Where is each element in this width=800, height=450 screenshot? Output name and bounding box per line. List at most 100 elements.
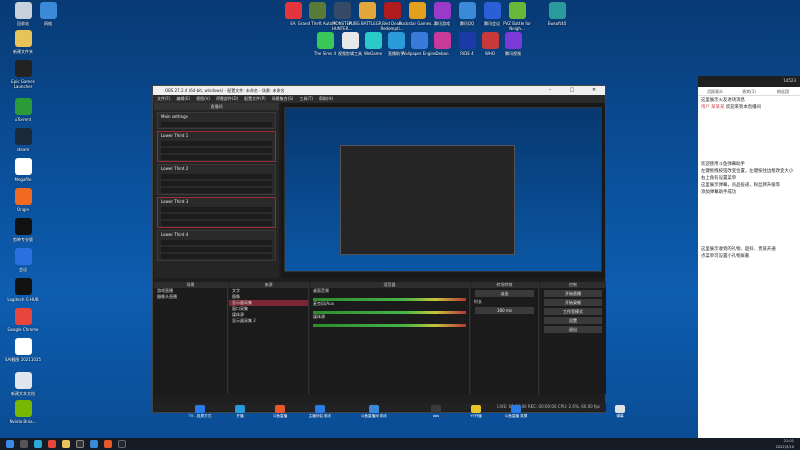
shortcut-label: 主播伴侣 助手	[308, 414, 332, 418]
section-field[interactable]	[161, 141, 272, 146]
folder-icon[interactable]	[62, 440, 70, 448]
control-button[interactable]: 开始录制	[544, 299, 602, 306]
chat-toolbar: 14523	[698, 76, 800, 87]
shortcut-item[interactable]: YY开播	[460, 405, 492, 419]
menu-item[interactable]: 文件(F)	[157, 95, 170, 103]
desktop-shortcut[interactable]: 新建文件夹	[3, 30, 43, 54]
app-icon	[39, 2, 57, 19]
system-tray[interactable]: 21:01 2022/3/10	[776, 438, 794, 450]
maximize-icon[interactable]: □	[561, 86, 583, 95]
desktop-shortcut[interactable]: Ewsoft40	[537, 2, 577, 26]
sources-panel: 来源 文字 图像 显示器采集 窗口采集 媒体源 显示器采集 2	[229, 282, 309, 394]
desktop-shortcut[interactable]: Logitech G HUB	[3, 278, 43, 302]
desktop-shortcut[interactable]: 新建文本文档	[3, 372, 43, 396]
preview-canvas[interactable]	[281, 103, 605, 278]
shortcut-item[interactable]: 开播	[224, 405, 256, 419]
chat-username: 用户 某某某	[701, 105, 725, 110]
scene-item[interactable]: 摄像头直播	[154, 294, 227, 300]
chat-text: 左键拖拽按钮改变位置，左键按住边框改变大小	[701, 169, 794, 174]
desktop-shortcut[interactable]: Google Chrome	[3, 308, 43, 332]
obs-taskbar-icon[interactable]	[76, 440, 84, 448]
source-item[interactable]: 显示器采集 2	[229, 318, 308, 324]
section-field[interactable]	[161, 174, 272, 179]
close-icon[interactable]: ✕	[583, 86, 605, 95]
section-field[interactable]	[161, 155, 272, 160]
menu-item[interactable]: 配置文件(P)	[244, 95, 266, 103]
control-button[interactable]: 退出	[544, 326, 602, 333]
desktop-shortcut[interactable]: Epic Games Launcher	[3, 60, 43, 89]
desktop-shortcut-label: Megafile	[14, 177, 32, 182]
section-field[interactable]	[161, 148, 272, 153]
chat-message: 这里展示火友进场消息	[701, 98, 797, 104]
shortcut-label: 斗鱼直播	[272, 414, 288, 418]
search-icon[interactable]	[20, 440, 28, 448]
section-field[interactable]	[161, 188, 272, 193]
app-icon	[548, 2, 566, 19]
desktop-shortcut[interactable]: SAI截图 20211025	[3, 338, 43, 362]
desktop-shortcut-label: 新建文件夹	[13, 49, 33, 54]
shortcut-label: YY开播	[470, 414, 482, 418]
app-icon	[14, 158, 32, 175]
shortcut-item[interactable]: 弹幕	[604, 405, 636, 419]
menu-item[interactable]: 场景集合(S)	[272, 95, 294, 103]
menu-item[interactable]: 帮助(H)	[319, 95, 333, 103]
douyu-icon[interactable]	[104, 440, 112, 448]
shortcut-label: 斗鱼直播 录屏	[504, 414, 528, 418]
desktop-shortcut[interactable]: PVZ Battle for Neigh...	[497, 2, 537, 31]
desktop-shortcut[interactable]: 网络	[28, 2, 68, 26]
section-field[interactable]	[161, 207, 272, 212]
transition-select[interactable]: 淡出	[475, 290, 534, 297]
chat-message: 点菜单可设置小礼物屏蔽	[701, 254, 797, 260]
section-field[interactable]	[161, 122, 272, 127]
edge-icon[interactable]	[34, 440, 42, 448]
menu-item[interactable]: 编辑(E)	[176, 95, 190, 103]
menu-item[interactable]: 工具(T)	[299, 95, 313, 103]
control-button[interactable]: 开始直播	[544, 290, 602, 297]
desktop-shortcut-label: PVZ Battle for Neigh...	[503, 21, 531, 31]
shortcut-icon	[195, 405, 205, 413]
minimize-icon[interactable]: –	[539, 86, 561, 95]
desktop-shortcut-label: 网络	[44, 21, 52, 26]
section-field[interactable]	[161, 254, 272, 259]
shortcut-item[interactable]: 斗鱼直播间 助手	[358, 405, 390, 419]
desktop-shortcut[interactable]: Origin	[3, 188, 43, 212]
duration-input[interactable]: 300 ms	[475, 307, 534, 314]
control-button[interactable]: 设置	[544, 317, 602, 324]
danmaku-chat-panel[interactable]: 14523 活跃观众 贵宾(1) 粉丝团 这里展示火友进场消息 用户 某某某 欢迎来到…	[698, 76, 800, 438]
lower-thirds-dock: 直播间 Main settings Lower Third 1 Lower Thir…	[154, 103, 279, 278]
section-title: Lower Third 2	[161, 166, 189, 171]
shortcut-item[interactable]: 斗鱼直播	[264, 405, 296, 419]
desktop-shortcut[interactable]: Megafile	[3, 158, 43, 182]
desktop-shortcut[interactable]: 会议	[3, 248, 43, 272]
section-field[interactable]	[161, 247, 272, 252]
section-title: Lower Third 3	[161, 199, 189, 204]
section-field[interactable]	[161, 181, 272, 186]
desktop-shortcut[interactable]: 腾讯视频	[493, 32, 533, 56]
section-field[interactable]	[161, 240, 272, 245]
steam-taskbar-icon[interactable]	[118, 440, 126, 448]
chat-text: 这里展示火友进场消息	[701, 98, 745, 103]
shortcut-icon	[275, 405, 285, 413]
chrome-icon[interactable]	[48, 440, 56, 448]
desktop-shortcut[interactable]: Nvidia Broa...	[3, 400, 43, 424]
section-title: Lower Third 4	[161, 232, 189, 237]
control-button[interactable]: 工作室模式	[544, 308, 602, 315]
chat-tab[interactable]: 活跃观众	[698, 87, 732, 95]
qq-icon[interactable]	[90, 440, 98, 448]
obs-window[interactable]: OBS 27.2.4 (64-bit, windows) - 配置文件: 未命名…	[152, 85, 606, 413]
section-field[interactable]	[161, 214, 272, 219]
shortcut-item[interactable]: obs	[420, 405, 452, 418]
menu-item[interactable]: 视图(V)	[196, 95, 210, 103]
desktop-shortcut[interactable]: 剪映专业版	[3, 218, 43, 242]
chat-tab[interactable]: 粉丝团	[766, 87, 800, 95]
chat-tab[interactable]: 贵宾(1)	[732, 87, 766, 95]
volume-meter[interactable]	[313, 324, 466, 327]
desktop-shortcut[interactable]: uTorrent	[3, 98, 43, 122]
shortcut-item[interactable]: 斗鱼直播 录屏	[500, 405, 532, 419]
section-field[interactable]	[161, 221, 272, 226]
desktop-shortcut[interactable]: steam	[3, 128, 43, 152]
shortcut-item[interactable]: 主播伴侣 助手	[304, 405, 336, 419]
shortcut-item[interactable]: TV - 投屏方式	[184, 405, 216, 419]
start-icon[interactable]	[6, 440, 14, 448]
menu-item[interactable]: 停靠部件(D)	[216, 95, 238, 103]
